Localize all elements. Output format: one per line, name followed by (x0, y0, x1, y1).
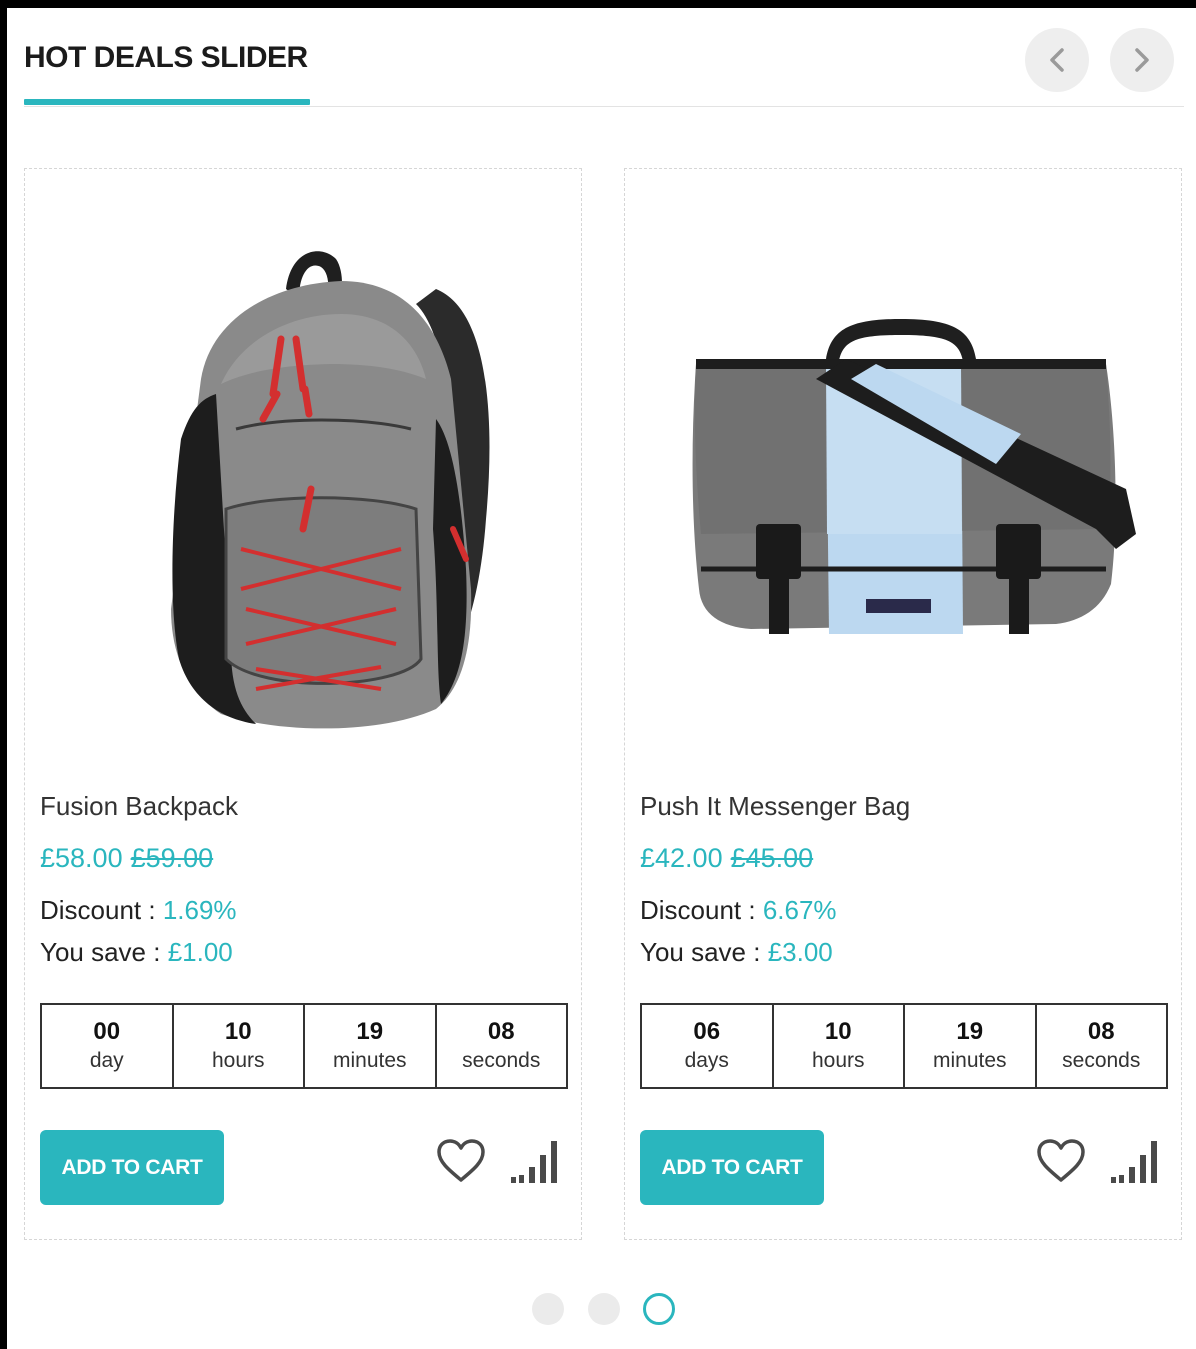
countdown-number: 08 (487, 1018, 515, 1045)
signal-bars-icon[interactable] (509, 1139, 561, 1185)
section-title: HOT DEALS SLIDER (24, 41, 308, 74)
frame-border-left (0, 0, 7, 1349)
countdown-unit: seconds (1062, 1049, 1141, 1072)
discount-label: Discount : (640, 895, 763, 925)
discount-row: Discount : 1.69% (40, 895, 237, 926)
price-row: £42.00 £45.00 (640, 843, 813, 874)
countdown-number: 10 (824, 1018, 852, 1045)
countdown-unit: minutes (332, 1049, 407, 1072)
discount-value: 6.67% (762, 895, 837, 925)
signal-bars-icon[interactable] (1109, 1139, 1161, 1185)
backpack-image (171, 251, 490, 729)
savings-label: You save : (640, 937, 768, 967)
product-image-link[interactable] (641, 189, 1165, 779)
product-name[interactable]: Push It Messenger Bag (640, 791, 910, 822)
savings-value: £3.00 (767, 937, 833, 967)
savings-row: You save : £3.00 (640, 937, 833, 968)
pagination-dot[interactable] (532, 1293, 564, 1325)
countdown-seconds: 08 seconds (1037, 1005, 1167, 1087)
countdown-number: 19 (356, 1018, 384, 1045)
price-original: £59.00 (130, 843, 214, 873)
countdown-unit: day (89, 1049, 124, 1072)
countdown-unit: minutes (932, 1049, 1007, 1072)
countdown-number: 19 (956, 1018, 984, 1045)
heart-icon[interactable] (1035, 1137, 1087, 1185)
section-header: HOT DEALS SLIDER (24, 0, 1184, 108)
savings-label: You save : (40, 937, 168, 967)
discount-label: Discount : (40, 895, 163, 925)
countdown-number: 06 (693, 1018, 721, 1045)
product-card: Fusion Backpack £58.00 £59.00 Discount : … (24, 168, 582, 1240)
countdown-unit: hours (811, 1049, 865, 1072)
add-to-cart-button[interactable]: ADD TO CART (40, 1130, 224, 1205)
countdown-unit: seconds (462, 1049, 541, 1072)
price-row: £58.00 £59.00 (40, 843, 213, 874)
countdown-minutes: 19 minutes (905, 1005, 1037, 1087)
pagination-dot[interactable] (588, 1293, 620, 1325)
slider-prev-button[interactable] (1025, 28, 1089, 92)
header-divider (24, 106, 1184, 107)
price-current: £42.00 (640, 843, 723, 873)
heart-icon[interactable] (435, 1137, 487, 1185)
chevron-right-icon (1135, 48, 1149, 72)
chevron-left-icon (1050, 48, 1064, 72)
slider-next-button[interactable] (1110, 28, 1174, 92)
product-image-link[interactable] (41, 189, 565, 779)
slider-pagination (530, 1292, 680, 1326)
discount-value: 1.69% (162, 895, 237, 925)
countdown-unit: days (684, 1049, 729, 1072)
countdown-minutes: 19 minutes (305, 1005, 437, 1087)
countdown-number: 08 (1087, 1018, 1115, 1045)
price-current: £58.00 (40, 843, 123, 873)
countdown-hours: 10 hours (174, 1005, 305, 1087)
pagination-dot-active[interactable] (643, 1293, 675, 1325)
countdown-number: 00 (93, 1018, 121, 1045)
countdown-days: 06 days (642, 1005, 774, 1087)
countdown-number: 10 (224, 1018, 252, 1045)
countdown-seconds: 08 seconds (437, 1005, 567, 1087)
countdown-hours: 10 hours (774, 1005, 905, 1087)
product-card: Push It Messenger Bag £42.00 £45.00 Disco… (624, 168, 1182, 1240)
price-original: £45.00 (730, 843, 814, 873)
product-name[interactable]: Fusion Backpack (40, 791, 238, 822)
savings-row: You save : £1.00 (40, 937, 233, 968)
deal-countdown: 06 days 10 hours 19 minutes 08 seconds (640, 1003, 1168, 1089)
deal-countdown: 00 day 10 hours 19 minutes 08 seconds (40, 1003, 568, 1089)
add-to-cart-button[interactable]: ADD TO CART (640, 1130, 824, 1205)
discount-row: Discount : 6.67% (640, 895, 837, 926)
countdown-unit: hours (211, 1049, 265, 1072)
messenger-bag-image (692, 319, 1136, 634)
savings-value: £1.00 (167, 937, 233, 967)
header-accent-underline (24, 99, 310, 105)
countdown-days: 00 day (42, 1005, 174, 1087)
